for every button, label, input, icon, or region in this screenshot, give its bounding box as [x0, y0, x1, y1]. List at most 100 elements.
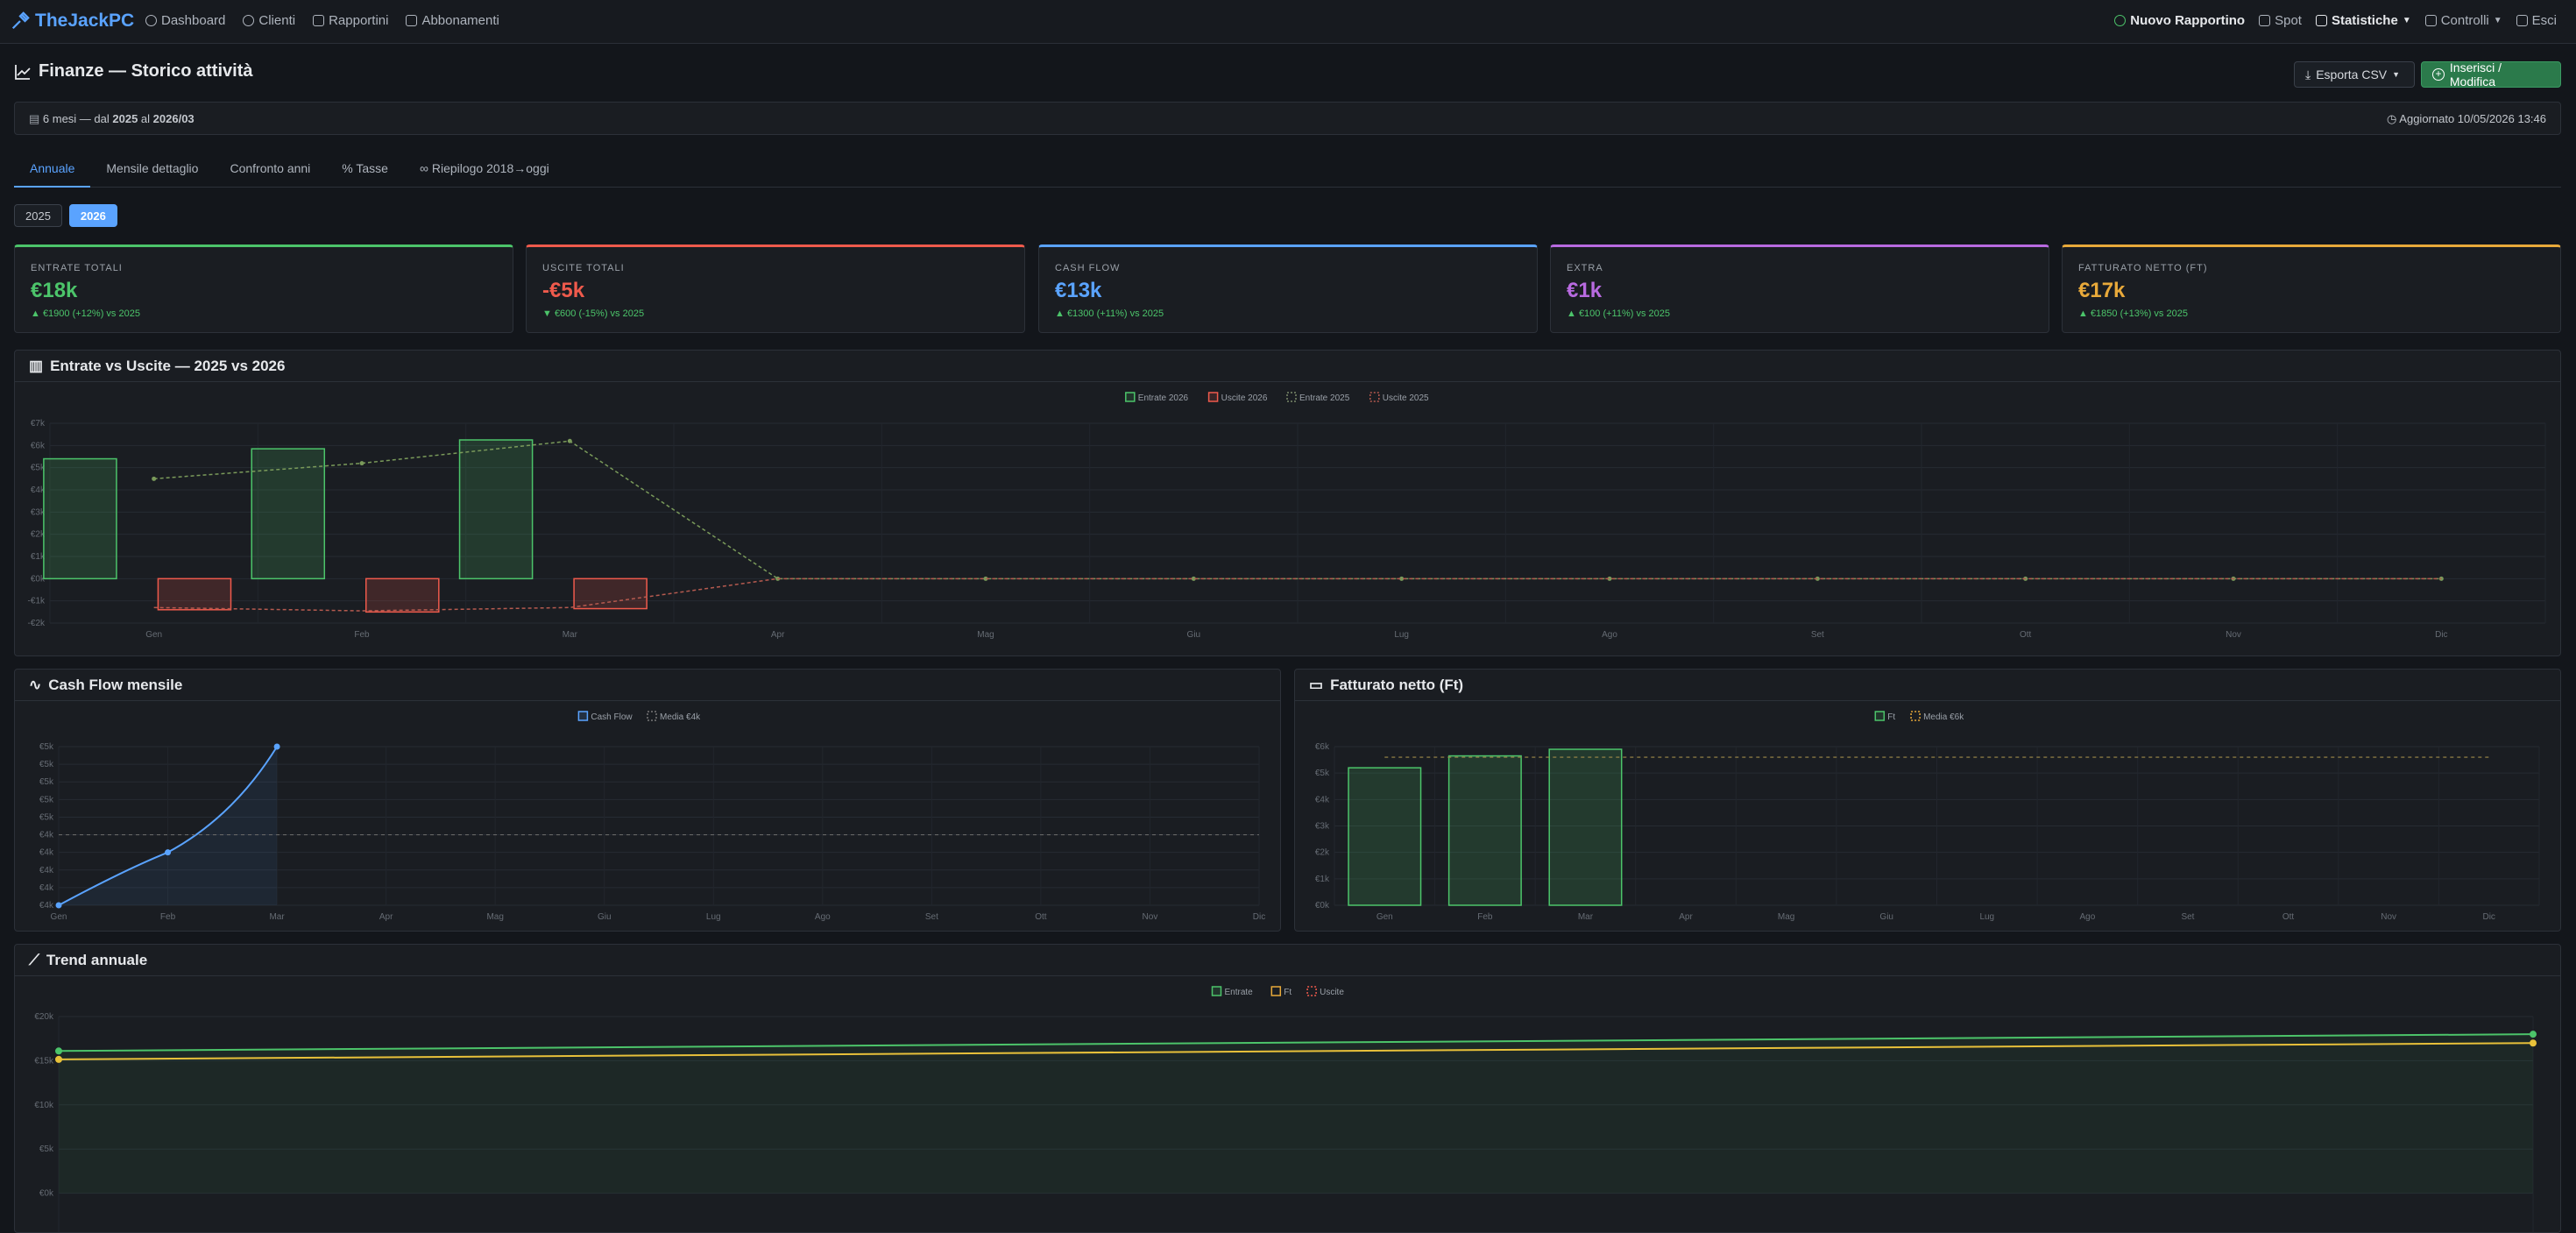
x-tick-label: Set: [1811, 630, 1824, 640]
tab-annuale[interactable]: Annuale: [14, 154, 91, 188]
legend-label: Entrate: [1225, 988, 1254, 997]
infinity-icon: ∞: [419, 161, 432, 175]
legend-swatch: [1306, 986, 1317, 996]
point-ft: [2530, 1039, 2537, 1047]
legend-swatch: [1286, 392, 1297, 402]
nav-dashboard[interactable]: Dashboard: [145, 13, 225, 28]
page-title: Finanze — Storico attività: [14, 61, 252, 81]
legend-label: Entrate 2025: [1299, 393, 1350, 403]
bar-ft: [1348, 767, 1422, 906]
kpi-entrate-totali: ENTRATE TOTALI €18k ▲ €1900 (+12%) vs 2025: [14, 244, 513, 333]
x-tick-label: Nov: [2226, 630, 2241, 640]
legend-swatch: [577, 711, 589, 721]
tab-mensile-dettaglio[interactable]: Mensile dettaglio: [90, 154, 214, 188]
legend-label: Cash Flow: [591, 712, 633, 722]
x-tick-label: Feb: [160, 912, 176, 922]
export-csv-button[interactable]: ⤓ Esporta CSV ▼: [2294, 61, 2415, 88]
nav-esci[interactable]: Esci: [2516, 13, 2557, 28]
y-tick-label: €4k: [39, 831, 54, 840]
x-tick-label: Dic: [1253, 912, 1265, 922]
y-tick-label: €1k: [1315, 875, 1330, 884]
y-tick-label: €6k: [1315, 742, 1330, 752]
calendar-icon: [406, 15, 418, 26]
caret-down-icon: ▼: [2392, 70, 2401, 79]
nav-rapportini[interactable]: Rapportini: [313, 13, 388, 28]
y-tick-label: €4k: [39, 883, 54, 893]
bar-entrate-2026: [43, 457, 117, 580]
tools-icon: [11, 11, 30, 30]
legend-swatch: [1211, 986, 1222, 996]
tab-confronto-anni[interactable]: Confronto anni: [214, 154, 326, 188]
year-button-2026[interactable]: 2026: [68, 204, 117, 227]
point-ft: [55, 1055, 62, 1063]
caret-down-icon: ▼: [2402, 16, 2411, 25]
clock-icon: ◷: [2387, 112, 2400, 125]
legend-swatch: [647, 711, 657, 721]
x-tick-label: Apr: [379, 912, 393, 922]
y-tick-label: €15k: [34, 1056, 54, 1066]
y-tick-label: €5k: [39, 1144, 54, 1154]
x-tick-label: Gen: [145, 630, 162, 640]
panel-trend: ⟋Trend annuale €20k€15k€10k€5k€0k-€5kEnt…: [14, 944, 2561, 1233]
graph-up-icon: [15, 64, 31, 80]
legend-label: Ft: [1887, 712, 1895, 722]
panel-entrate-uscite: ▥ Entrate vs Uscite — 2025 vs 2026 €7k €6k…: [14, 350, 2561, 656]
area-entrate: [59, 1034, 2533, 1194]
document-icon: [313, 15, 325, 26]
x-tick-label: Mar: [269, 912, 285, 922]
kpi-extra: EXTRA €1k ▲ €100 (+11%) vs 2025: [1550, 244, 2049, 333]
x-tick-label: Mar: [1578, 912, 1594, 922]
nav-clienti[interactable]: Clienti: [243, 13, 295, 28]
y-tick-label: €5k: [39, 812, 54, 822]
bar-uscite-2026: [364, 578, 440, 613]
legend-swatch: [1910, 711, 1921, 721]
y-tick-label: €4k: [39, 901, 54, 911]
logout-icon: [2516, 15, 2528, 26]
insert-edit-button[interactable]: + Inserisci / Modifica: [2421, 60, 2561, 89]
x-tick-label: Ago: [1602, 630, 1617, 640]
point-cash-flow: [55, 902, 62, 909]
point-entrate: [2530, 1031, 2537, 1038]
nav-abbonamenti[interactable]: Abbonamenti: [406, 13, 499, 28]
nav-statistiche[interactable]: Statistiche ▼: [2315, 13, 2411, 28]
y-tick-label: €2k: [1315, 848, 1330, 858]
legend-label: Uscite: [1320, 988, 1344, 997]
y-tick-label: €0k: [39, 1189, 54, 1199]
y-tick-label: €7k: [31, 419, 46, 429]
graph-up-icon: ⟋: [29, 951, 39, 968]
y-tick-label: €10k: [34, 1101, 54, 1110]
x-tick-label: Ago: [815, 912, 831, 922]
top-navbar: TheJackPC Dashboard Clienti Rapportini A…: [0, 0, 2576, 44]
legend-swatch: [1207, 392, 1219, 402]
x-tick-label: Set: [925, 912, 938, 922]
info-bar: ▤ 6 mesi — dal 2025 al 2026/03 ◷ Aggiorn…: [14, 102, 2561, 135]
x-tick-label: Mar: [563, 630, 578, 640]
tab-riepilogo[interactable]: ∞ Riepilogo 2018→oggi: [404, 154, 565, 188]
y-tick-label: -€1k: [28, 597, 46, 606]
y-tick-label: €3k: [1315, 822, 1330, 832]
plus-circle-icon: [2114, 15, 2127, 26]
tab-tasse[interactable]: % Tasse: [326, 154, 404, 188]
y-tick-label: €4k: [39, 848, 54, 858]
nav-nuovo-rapportino[interactable]: Nuovo Rapportino: [2114, 13, 2245, 28]
nav-controlli[interactable]: Controlli ▼: [2424, 13, 2502, 28]
legend-label: Media €6k: [1923, 712, 1964, 722]
panel-cashflow: ∿ Cash Flow mensile €5k €5k €5k €5k €5k €4k €4k…: [14, 669, 1281, 932]
x-tick-label: Dic: [2435, 630, 2447, 640]
legend-label: Entrate 2026: [1138, 393, 1189, 403]
nav-spot[interactable]: Spot: [2259, 13, 2302, 28]
x-tick-label: Giu: [1187, 630, 1201, 640]
database-icon: ▤: [29, 112, 43, 125]
x-tick-label: Ott: [2282, 912, 2295, 922]
brand-logo[interactable]: TheJackPC: [11, 11, 134, 32]
panel-fatturato: ▭ Fatturato netto (Ft) €6k €5k €4k €3k €2k €1k…: [1294, 669, 2561, 932]
y-tick-label: €5k: [39, 795, 54, 804]
legend-label: Uscite 2025: [1383, 393, 1429, 403]
legend-label: Media €4k: [660, 712, 701, 722]
y-tick-label: €5k: [39, 777, 54, 787]
plus-circle-icon: +: [2432, 68, 2445, 81]
kpi-uscite-totali: USCITE TOTALI -€5k ▼ €600 (-15%) vs 2025: [526, 244, 1025, 333]
x-tick-label: Feb: [354, 630, 370, 640]
year-button-2025[interactable]: 2025: [14, 204, 62, 227]
chart-trend: €20k€15k€10k€5k€0k-€5kEntrateFtUscite: [34, 986, 2537, 1232]
